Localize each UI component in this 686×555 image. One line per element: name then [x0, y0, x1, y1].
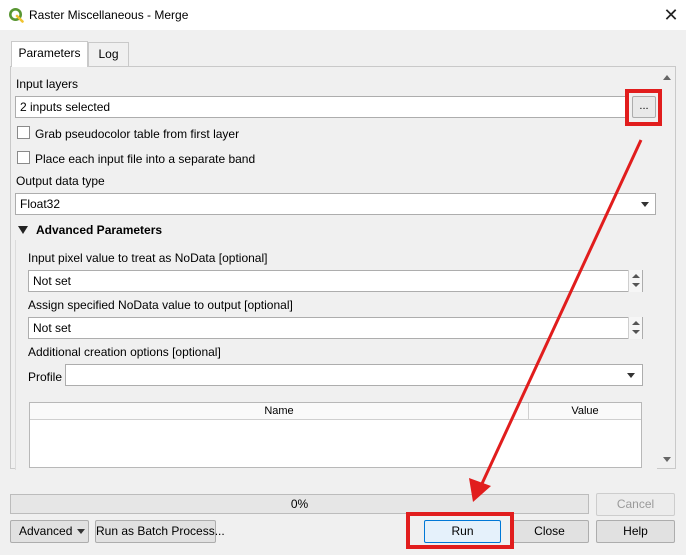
- chevron-down-icon: [641, 202, 649, 207]
- separate-band-label: Place each input file into a separate ba…: [35, 152, 256, 166]
- profile-select[interactable]: [65, 364, 643, 386]
- table-header-value[interactable]: Value: [529, 403, 641, 420]
- close-icon[interactable]: ✕: [658, 2, 684, 28]
- nodata-output-label: Assign specified NoData value to output …: [28, 298, 293, 312]
- input-layers-field[interactable]: 2 inputs selected: [15, 96, 627, 118]
- nodata-output-field[interactable]: Not set: [28, 317, 643, 339]
- close-button[interactable]: Close: [510, 520, 589, 543]
- output-type-select[interactable]: Float32: [15, 193, 656, 215]
- run-batch-button[interactable]: Run as Batch Process...: [95, 520, 225, 543]
- separate-band-checkbox[interactable]: [17, 151, 30, 164]
- chevron-down-icon: [627, 373, 635, 378]
- run-highlight-box: [406, 512, 514, 549]
- panel-scrollbar[interactable]: [660, 70, 674, 467]
- tab-parameters[interactable]: Parameters: [11, 41, 88, 67]
- window-title: Raster Miscellaneous - Merge: [29, 8, 189, 22]
- output-type-label: Output data type: [16, 174, 105, 188]
- advanced-button-label: Advanced: [19, 524, 73, 538]
- grab-pseudocolor-label: Grab pseudocolor table from first layer: [35, 127, 240, 141]
- help-button[interactable]: Help: [596, 520, 675, 543]
- grab-pseudocolor-checkbox[interactable]: [17, 126, 30, 139]
- cancel-button[interactable]: Cancel: [596, 493, 675, 516]
- creation-options-label: Additional creation options [optional]: [28, 345, 221, 359]
- collapse-triangle-icon[interactable]: [17, 225, 29, 235]
- dropdown-arrow-icon: [77, 529, 85, 534]
- advanced-header[interactable]: Advanced Parameters: [36, 223, 162, 237]
- creation-options-table[interactable]: Name Value: [29, 402, 642, 468]
- browse-highlight-box: [625, 89, 662, 126]
- tab-log[interactable]: Log: [88, 42, 129, 66]
- nodata-input-field[interactable]: Not set: [28, 270, 643, 292]
- nodata-input-spinner[interactable]: [628, 270, 642, 292]
- profile-label: Profile: [28, 370, 63, 384]
- input-layers-label: Input layers: [16, 77, 79, 91]
- nodata-input-label: Input pixel value to treat as NoData [op…: [28, 251, 268, 265]
- qgis-logo-icon: [9, 8, 24, 23]
- table-header-name[interactable]: Name: [30, 403, 529, 420]
- nodata-output-spinner[interactable]: [628, 317, 642, 339]
- progress-bar: 0%: [10, 494, 589, 514]
